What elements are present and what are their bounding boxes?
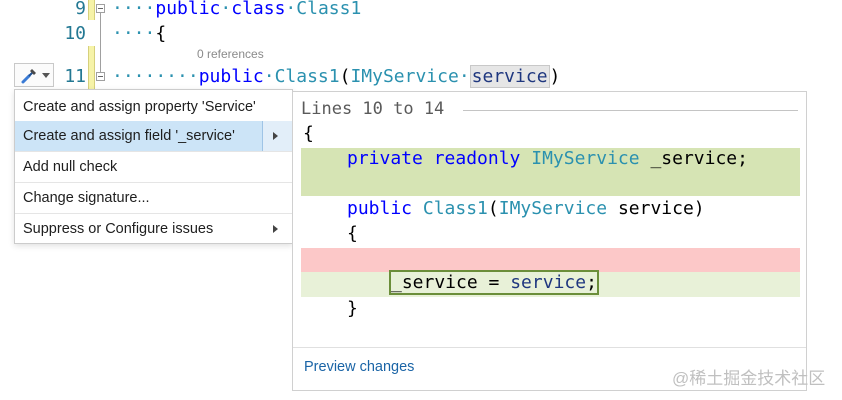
menu-item-label: Add null check <box>23 159 118 175</box>
change-margin-bar <box>88 46 95 90</box>
line-number: 10 <box>64 23 86 44</box>
watermark: @稀土掘金技术社区 <box>672 369 826 388</box>
menu-item-label: Suppress or Configure issues <box>23 221 214 237</box>
menu-item-label: Create and assign field '_service' <box>23 128 235 144</box>
code-line-class-decl[interactable]: ····public·class·Class1 <box>112 0 361 19</box>
change-margin-bar <box>88 0 95 20</box>
preview-assignment-box: _service = service; <box>389 270 599 295</box>
menu-item-create-field[interactable]: Create and assign field '_service' <box>15 121 292 151</box>
menu-item-change-signature[interactable]: Change signature... <box>15 182 292 212</box>
chevron-down-icon <box>42 73 50 78</box>
quick-actions-button[interactable] <box>14 63 54 87</box>
quick-actions-menu: Create and assign property 'Service' Cre… <box>14 89 293 244</box>
chevron-right-icon <box>273 132 278 140</box>
preview-divider <box>463 110 798 111</box>
preview-code-line: { <box>303 123 314 144</box>
parameter-highlight: service <box>469 65 550 88</box>
collapse-toggle-icon[interactable] <box>96 4 105 13</box>
preview-code-line: { <box>347 223 358 244</box>
preview-changes-link[interactable]: Preview changes <box>304 359 414 375</box>
codelens-references[interactable]: 0 references <box>197 47 264 61</box>
removed-line-highlight <box>301 248 800 272</box>
screwdriver-icon <box>21 69 36 84</box>
preview-title: Lines 10 to 14 <box>301 99 445 119</box>
line-number: 9 <box>75 0 86 19</box>
menu-item-create-property[interactable]: Create and assign property 'Service' <box>15 92 292 122</box>
menu-item-add-null-check[interactable]: Add null check <box>15 151 292 181</box>
chevron-right-icon <box>273 225 278 233</box>
code-line-open-brace[interactable]: ····{ <box>112 23 166 44</box>
preview-code-line-ctor: public Class1(IMyService service) <box>347 198 705 219</box>
preview-code-line-field: private readonly IMyService _service; <box>347 148 748 169</box>
code-line-constructor[interactable]: ········public·Class1(IMyService· service… <box>112 65 560 88</box>
fold-guide-line <box>100 13 101 73</box>
collapse-toggle-icon[interactable] <box>96 72 105 81</box>
menu-item-label: Change signature... <box>23 190 150 206</box>
menu-item-suppress-configure[interactable]: Suppress or Configure issues <box>15 213 292 243</box>
preview-code-line: } <box>347 298 358 319</box>
preview-pane: Lines 10 to 14 { private readonly IMySer… <box>292 91 807 391</box>
menu-item-label: Create and assign property 'Service' <box>23 99 256 115</box>
